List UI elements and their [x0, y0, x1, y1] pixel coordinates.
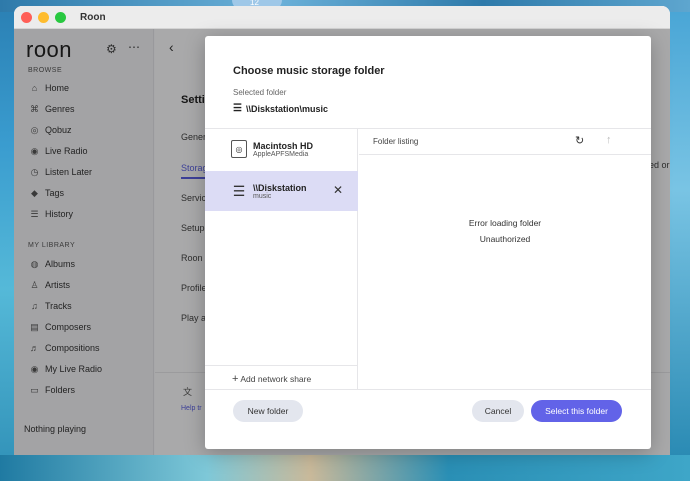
title-bar: Roon [14, 6, 670, 29]
server-icon: ☰ [232, 182, 246, 199]
folder-listing-pane: Folder listing ↻ ↑ Error loading folder … [359, 129, 651, 389]
volume-name: Macintosh HD [253, 140, 314, 151]
remove-share-close-icon[interactable]: ✕ [333, 183, 343, 197]
dialog-body: ◎ Macintosh HD AppleAPFSMedia ☰ \\Diskst… [205, 128, 651, 390]
volume-sub: music [253, 192, 272, 200]
selected-folder-label: Selected folder [233, 88, 287, 97]
plus-icon: + [232, 373, 239, 385]
error-reason: Unauthorized [479, 234, 531, 244]
select-this-folder-button[interactable]: Select this folder [531, 400, 622, 422]
hard-drive-icon: ◎ [231, 140, 247, 158]
choose-folder-dialog: Choose music storage folder Selected fol… [205, 36, 651, 449]
desktop-wallpaper-right [670, 12, 690, 455]
error-message: Error loading folder [468, 218, 542, 228]
server-icon: ☰ [233, 103, 242, 114]
volume-list: ◎ Macintosh HD AppleAPFSMedia ☰ \\Diskst… [205, 129, 358, 389]
volume-sub: AppleAPFSMedia [253, 150, 309, 158]
volume-item-diskstation[interactable]: ☰ \\Diskstation music ✕ [205, 171, 358, 211]
folder-listing-header: Folder listing ↻ ↑ [359, 129, 651, 155]
close-window-button[interactable] [21, 11, 32, 23]
new-folder-button[interactable]: New folder [233, 400, 303, 422]
add-network-share-button[interactable]: + Add network share [232, 373, 311, 385]
up-arrow-icon[interactable]: ↑ [606, 134, 612, 146]
volume-name: \\Diskstation [253, 182, 307, 193]
minimize-window-button[interactable] [38, 11, 49, 23]
cancel-button[interactable]: Cancel [472, 400, 524, 422]
window-title: Roon [80, 11, 106, 23]
dialog-title: Choose music storage folder [233, 65, 385, 77]
divider [205, 365, 358, 366]
desktop-wallpaper-bottom [0, 455, 690, 481]
volume-item-macintosh-hd[interactable]: ◎ Macintosh HD AppleAPFSMedia [205, 129, 358, 169]
zoom-window-button[interactable] [55, 11, 66, 23]
add-share-label: Add network share [240, 374, 312, 384]
folder-listing-title: Folder listing [373, 137, 419, 146]
selected-path-text: \\Diskstation\music [245, 103, 328, 114]
refresh-icon[interactable]: ↻ [575, 134, 584, 147]
selected-folder-path: ☰ \\Diskstation\music [233, 103, 328, 114]
